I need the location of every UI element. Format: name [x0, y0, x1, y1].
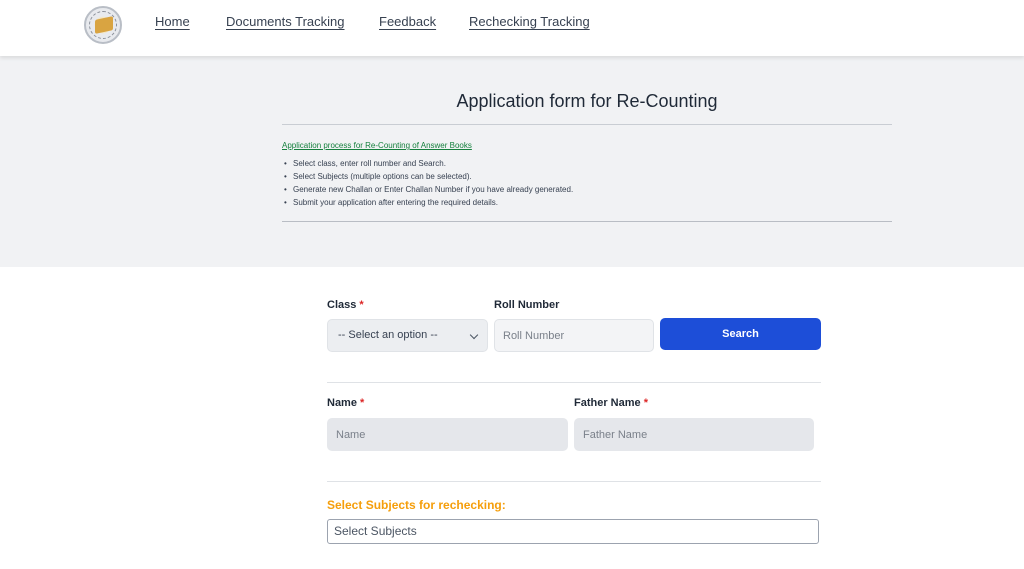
process-link[interactable]: Application process for Re-Counting of A…: [282, 141, 472, 150]
process-step: Generate new Challan or Enter Challan Nu…: [282, 183, 882, 196]
hero-section: Application form for Re-Counting Applica…: [0, 56, 1024, 267]
name-label: Name *: [327, 397, 364, 409]
required-mark: *: [643, 397, 648, 409]
class-label-text: Class: [327, 299, 357, 311]
page-title: Application form for Re-Counting: [456, 91, 718, 111]
steps-divider: [282, 221, 892, 222]
father-name-label: Father Name *: [574, 397, 648, 409]
title-divider: [282, 124, 892, 125]
father-name-label-text: Father Name: [574, 397, 641, 409]
required-mark: *: [360, 397, 365, 409]
process-steps-list: Select class, enter roll number and Sear…: [282, 157, 882, 209]
roll-number-input[interactable]: [494, 319, 654, 352]
board-seal-logo[interactable]: [84, 6, 122, 44]
chevron-down-icon: [469, 330, 479, 340]
name-label-text: Name: [327, 397, 357, 409]
search-button[interactable]: Search: [660, 318, 821, 350]
class-select[interactable]: -- Select an option --: [327, 319, 488, 352]
nav-link-rechecking-tracking[interactable]: Rechecking Tracking: [469, 14, 590, 29]
section-divider: [327, 382, 821, 383]
name-input[interactable]: [327, 418, 568, 451]
nav-link-documents-tracking[interactable]: Documents Tracking: [226, 14, 345, 29]
class-label: Class *: [327, 299, 364, 311]
father-name-input[interactable]: [574, 418, 814, 451]
nav-link-home[interactable]: Home: [155, 14, 190, 29]
required-mark: *: [359, 299, 364, 311]
process-step: Select Subjects (multiple options can be…: [282, 170, 882, 183]
roll-number-label: Roll Number: [494, 299, 560, 311]
subjects-multiselect[interactable]: Select Subjects: [327, 519, 819, 544]
section-divider: [327, 481, 821, 482]
process-step: Select class, enter roll number and Sear…: [282, 157, 882, 170]
subjects-placeholder: Select Subjects: [334, 524, 417, 538]
top-navbar: Home Documents Tracking Feedback Recheck…: [0, 0, 1024, 56]
subjects-label: Select Subjects for rechecking:: [327, 498, 506, 512]
process-step: Submit your application after entering t…: [282, 196, 882, 209]
class-select-value: -- Select an option --: [338, 329, 438, 341]
nav-link-feedback[interactable]: Feedback: [379, 14, 436, 29]
